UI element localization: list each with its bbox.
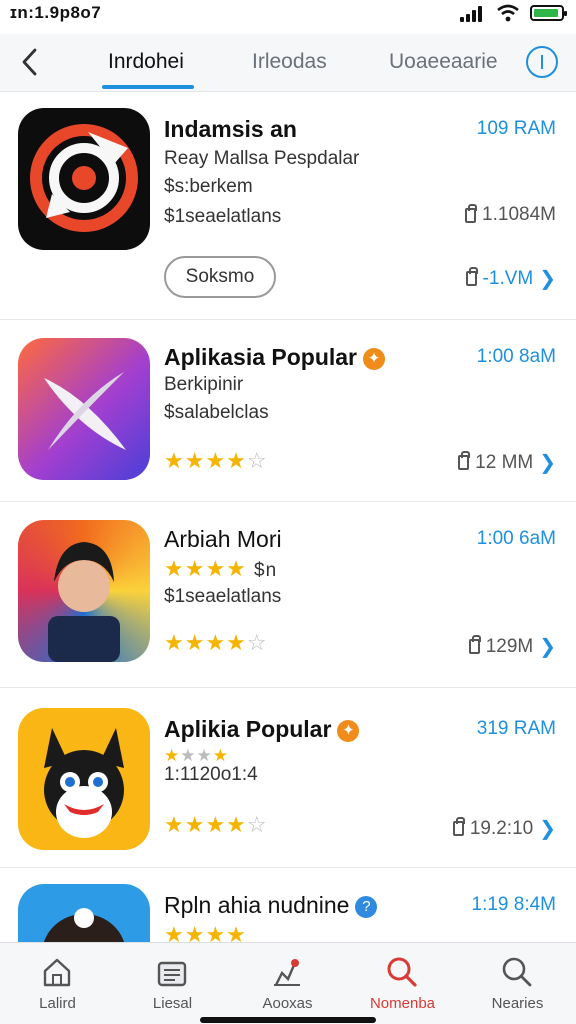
app-price: $n bbox=[254, 560, 278, 581]
app-icon-5 bbox=[18, 884, 150, 942]
app-detail: 1:1120o1:4 bbox=[164, 764, 258, 785]
bottom-nav: Lalird Liesal Aooxas Nomenba Nearies bbox=[0, 942, 576, 1024]
home-indicator[interactable] bbox=[200, 1017, 376, 1023]
app-title: Arbiah Mori bbox=[164, 526, 282, 552]
app-subtitle: Reay Mallsa Pespdalar bbox=[164, 148, 360, 169]
lock-icon bbox=[452, 817, 465, 836]
app-price: $salabelclas bbox=[164, 402, 269, 423]
tab-header: Inrdohei Irleodas Uoaeeaarie bbox=[0, 34, 576, 92]
nav-label: Nomenba bbox=[369, 995, 436, 1012]
app-size-value: 129M bbox=[485, 635, 534, 657]
app-icon-4 bbox=[18, 708, 150, 850]
nav-item-lalird[interactable]: Lalird bbox=[0, 943, 115, 1024]
wifi-icon bbox=[497, 4, 519, 22]
apps-icon bbox=[274, 959, 300, 986]
app-icon-3 bbox=[18, 520, 150, 662]
search-icon bbox=[502, 957, 532, 987]
battery-icon bbox=[530, 5, 567, 21]
app-row-3[interactable]: Arbiah Mori ★★★★ $n $1seaelatlans ★★★★☆ … bbox=[0, 502, 576, 688]
chevron-right-icon: ❯ bbox=[539, 818, 556, 840]
app-time: 319 RAM bbox=[476, 718, 556, 739]
app-icon-2 bbox=[18, 338, 150, 480]
lock-icon bbox=[465, 203, 478, 223]
app-title: Rpln ahia nudnine? bbox=[164, 892, 378, 919]
app-subtitle: Berkipinir bbox=[164, 374, 244, 395]
stack-icon bbox=[157, 961, 187, 987]
app-size[interactable]: 129M ❯ bbox=[468, 634, 556, 659]
home-icon bbox=[43, 958, 71, 987]
lock-icon bbox=[468, 635, 481, 654]
rating-stars: ★★★★☆ bbox=[164, 630, 268, 655]
app-icon-1 bbox=[18, 108, 150, 250]
nav-label: Aooxas bbox=[262, 995, 313, 1012]
nav-label: Liesal bbox=[152, 995, 193, 1012]
app-time: 1:00 8aM bbox=[476, 346, 556, 367]
rating-stars: ★★★★ bbox=[164, 922, 247, 942]
app-price: $s:berkem bbox=[164, 176, 253, 197]
app-title: Aplikasia Popular ✦ bbox=[164, 344, 386, 371]
back-chevron-icon[interactable] bbox=[16, 46, 44, 78]
nav-label: Nearies bbox=[491, 995, 544, 1012]
app-row-5[interactable]: Rpln ahia nudnine? ★★★★ 1:19 8:4M bbox=[0, 868, 576, 942]
nav-label: Lalird bbox=[39, 995, 76, 1012]
verified-badge-icon: ✦ bbox=[337, 719, 360, 742]
app-title: Aplikia Popular ✦ bbox=[164, 716, 360, 743]
app-detail: $1seaelatlans bbox=[164, 206, 282, 227]
app-time: 109 RAM bbox=[476, 118, 556, 139]
rating-stars-top: ★★★★ $n bbox=[164, 556, 278, 581]
app-title-text: Aplikia Popular bbox=[164, 716, 332, 742]
app-download-size[interactable]: -1.VM ❯ bbox=[465, 266, 556, 291]
search-icon bbox=[387, 957, 417, 987]
status-time: ɪn:1.9p8o7 bbox=[10, 3, 102, 22]
verified-badge-icon: ? bbox=[355, 895, 378, 918]
open-button[interactable]: Soksmo bbox=[164, 256, 276, 298]
chevron-right-icon: ❯ bbox=[539, 636, 556, 658]
nav-item-aooxas[interactable]: Aooxas bbox=[230, 943, 345, 1024]
app-time: 1:19 8:4M bbox=[471, 894, 557, 915]
info-icon[interactable] bbox=[526, 46, 558, 78]
rating-stars-small: ★★★★ bbox=[164, 746, 229, 765]
status-bar: ɪn:1.9p8o7 bbox=[0, 0, 576, 34]
app-size-value: 19.2:10 bbox=[469, 817, 534, 839]
nav-item-liesal[interactable]: Liesal bbox=[115, 943, 230, 1024]
tab-uoaeeaarie[interactable]: Uoaeeaarie bbox=[389, 50, 498, 74]
lock-icon bbox=[458, 451, 471, 470]
nav-item-nomenba[interactable]: Nomenba bbox=[345, 943, 460, 1024]
app-row-4[interactable]: Aplikia Popular ✦ ★★★★ 1:1120o1:4 ★★★★☆ 3… bbox=[0, 688, 576, 868]
app-row-1[interactable]: Indamsis an Reay Mallsa Pespdalar $s:ber… bbox=[0, 92, 576, 320]
app-size-value: 12 MM bbox=[475, 451, 534, 473]
app-time: 1:00 6aM bbox=[476, 528, 556, 549]
verified-badge-icon: ✦ bbox=[363, 347, 386, 370]
app-size: 1.1084M bbox=[465, 203, 556, 226]
nav-item-nearies[interactable]: Nearies bbox=[460, 943, 575, 1024]
app-detail: $1seaelatlans bbox=[164, 586, 282, 607]
app-size[interactable]: 12 MM ❯ bbox=[458, 450, 556, 475]
app-size-value: -1.VM bbox=[482, 267, 534, 289]
app-size-value: 1.1084M bbox=[482, 204, 556, 225]
lock-icon bbox=[465, 267, 478, 286]
active-tab-indicator bbox=[102, 85, 194, 89]
rating-stars: ★★★★☆ bbox=[164, 448, 268, 473]
tab-inrdohei[interactable]: Inrdohei bbox=[108, 50, 184, 74]
app-row-2[interactable]: Aplikasia Popular ✦ Berkipinir $salabelcl… bbox=[0, 320, 576, 502]
app-size[interactable]: 19.2:10 ❯ bbox=[452, 816, 556, 841]
chevron-right-icon: ❯ bbox=[539, 452, 556, 474]
tab-irleodas[interactable]: Irleodas bbox=[252, 50, 327, 74]
app-title: Indamsis an bbox=[164, 116, 297, 142]
signal-icon bbox=[460, 6, 486, 22]
app-title-text: Rpln ahia nudnine bbox=[164, 892, 350, 918]
rating-stars: ★★★★☆ bbox=[164, 812, 268, 837]
app-title-text: Aplikasia Popular bbox=[164, 344, 358, 370]
chevron-right-icon: ❯ bbox=[539, 268, 556, 290]
